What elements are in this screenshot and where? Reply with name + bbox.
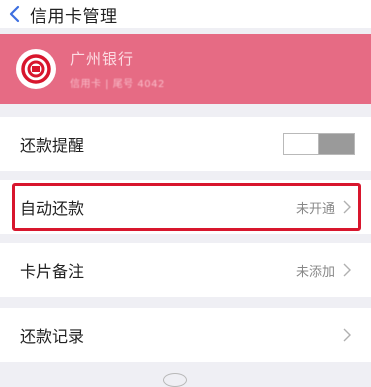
row-label: 自动还款 [20, 199, 85, 218]
bank-logo-icon [16, 49, 56, 89]
page-title: 信用卡管理 [30, 6, 118, 27]
toggle-track [284, 134, 318, 154]
row-value: 未添加 [295, 264, 335, 280]
row-repayment-reminder: 还款提醒 [0, 117, 371, 171]
credit-card-banner[interactable]: 广州银行 信用卡 | 尾号 4042 [0, 34, 371, 104]
bottom-decoration [163, 373, 187, 387]
row-label: 卡片备注 [20, 262, 85, 281]
chevron-right-icon [343, 328, 353, 342]
row-repayment-history[interactable]: 还款记录 [0, 308, 371, 362]
row-value: 未开通 [295, 201, 335, 217]
card-number: 信用卡 | 尾号 4042 [70, 79, 165, 90]
chevron-left-icon [9, 5, 20, 23]
chevron-right-icon [343, 200, 353, 214]
row-auto-repayment[interactable]: 自动还款 未开通 [0, 180, 371, 234]
row-right: 未添加 [296, 261, 353, 280]
row-right [335, 328, 353, 342]
card-info: 广州银行 信用卡 | 尾号 4042 [70, 48, 165, 90]
repayment-reminder-toggle[interactable] [283, 133, 355, 155]
row-card-note[interactable]: 卡片备注 未添加 [0, 243, 371, 297]
bank-name: 广州银行 [70, 50, 135, 68]
row-label: 还款记录 [20, 327, 85, 346]
nav-bar: 信用卡管理 [0, 0, 371, 28]
row-label: 还款提醒 [20, 136, 85, 155]
row-right: 未开通 [296, 198, 353, 217]
back-button[interactable] [0, 0, 28, 28]
toggle-knob [318, 134, 354, 154]
chevron-right-icon [343, 263, 353, 277]
